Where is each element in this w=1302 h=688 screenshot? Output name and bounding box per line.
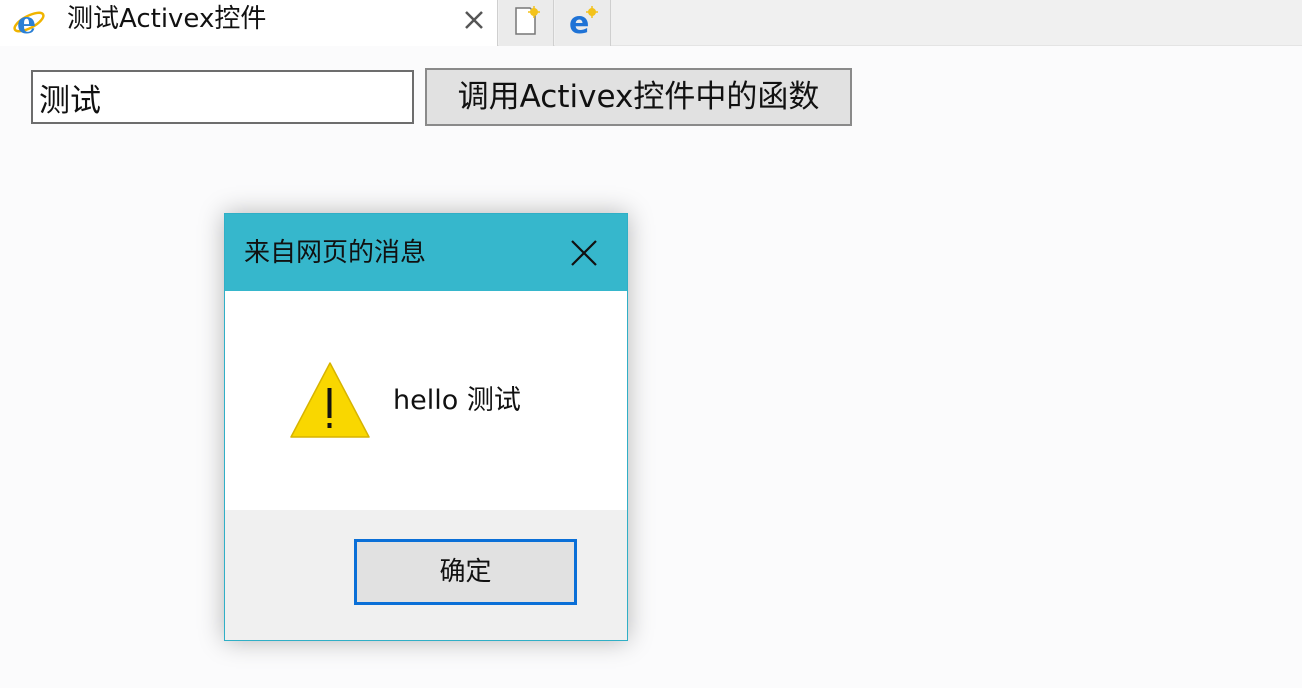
test-input[interactable] bbox=[31, 70, 414, 124]
browser-tabstrip: e 测试Activex控件 e bbox=[0, 0, 1302, 46]
edge-icon: e bbox=[566, 4, 600, 42]
message-dialog: 来自网页的消息 hello 测试 确定 bbox=[224, 213, 628, 641]
tab-activex-test[interactable]: e 测试Activex控件 bbox=[0, 0, 498, 46]
svg-text:e: e bbox=[17, 6, 36, 39]
svg-text:e: e bbox=[569, 6, 589, 38]
call-activex-button[interactable]: 调用Activex控件中的函数 bbox=[425, 68, 852, 126]
dialog-title: 来自网页的消息 bbox=[244, 238, 427, 268]
new-tab-button[interactable] bbox=[499, 0, 554, 46]
new-tab-icon bbox=[511, 5, 541, 41]
dialog-message: hello 测试 bbox=[393, 385, 521, 416]
open-edge-button[interactable]: e bbox=[555, 0, 611, 46]
close-icon[interactable] bbox=[460, 6, 488, 34]
warning-icon bbox=[289, 360, 371, 440]
ok-button[interactable]: 确定 bbox=[354, 539, 577, 605]
tab-title: 测试Activex控件 bbox=[67, 4, 267, 34]
dialog-titlebar[interactable]: 来自网页的消息 bbox=[225, 214, 627, 291]
close-icon[interactable] bbox=[567, 236, 601, 270]
ie-icon: e bbox=[11, 3, 47, 41]
